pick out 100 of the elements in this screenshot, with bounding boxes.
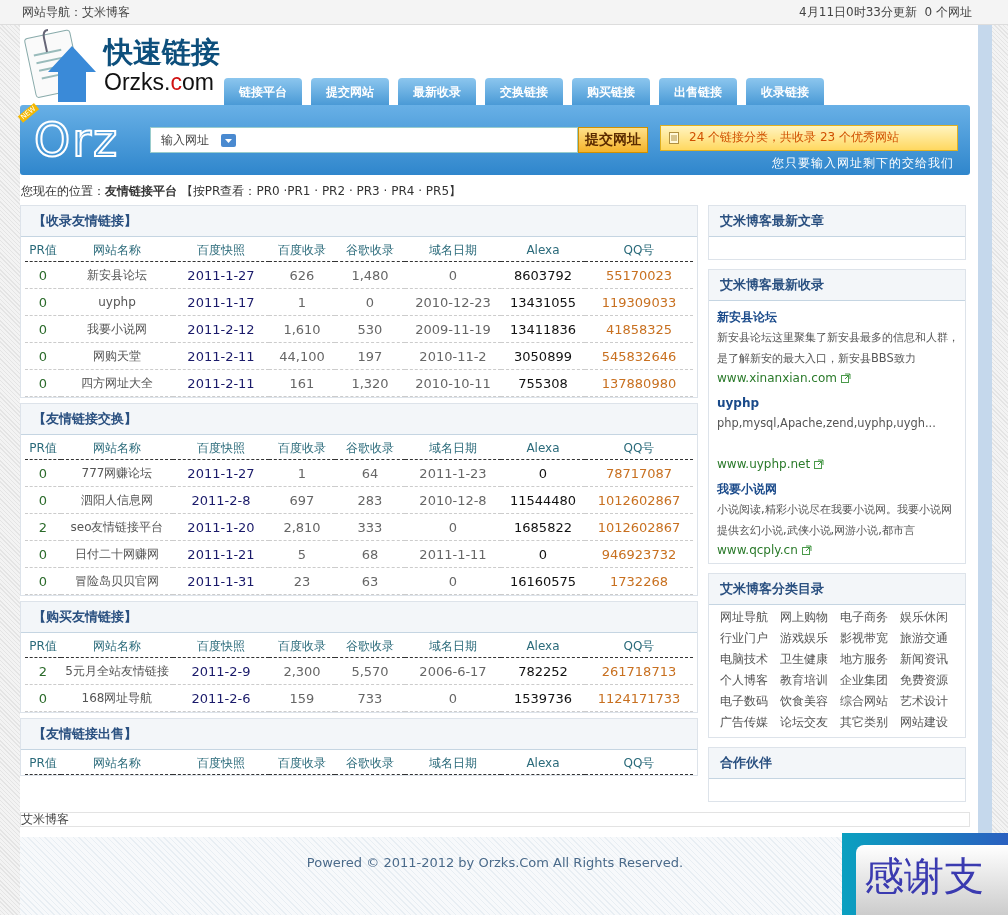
category-link[interactable]: 饮食美容 bbox=[780, 691, 840, 712]
category-link[interactable]: 行业门户 bbox=[720, 628, 780, 649]
url-field[interactable]: 输入网址 bbox=[150, 127, 578, 153]
section-title: 【友情链接出售】 bbox=[21, 719, 697, 750]
entry-url-link[interactable]: www.qcply.cn bbox=[717, 541, 959, 559]
table-cell[interactable]: 冒险岛贝贝官网 bbox=[61, 568, 173, 595]
column-header: Alexa bbox=[501, 237, 585, 262]
entry-title-link[interactable]: 新安县论坛 bbox=[717, 309, 959, 325]
table-cell[interactable]: 777网赚论坛 bbox=[61, 460, 173, 487]
table-cell[interactable]: seo友情链接平台 bbox=[61, 514, 173, 541]
table-cell[interactable]: 四方网址大全 bbox=[61, 370, 173, 397]
column-header: Alexa bbox=[501, 435, 585, 460]
section-title: 【友情链接交换】 bbox=[21, 404, 697, 435]
table-cell: 2011-2-11 bbox=[173, 370, 269, 397]
table-cell: 2010-12-23 bbox=[405, 289, 501, 316]
table-cell: 0 bbox=[405, 262, 501, 289]
category-link[interactable]: 企业集团 bbox=[840, 670, 900, 691]
column-header: 谷歌收录 bbox=[335, 750, 405, 775]
table-cell[interactable]: 泗阳人信息网 bbox=[61, 487, 173, 514]
external-link-icon bbox=[814, 459, 825, 469]
table-cell: 1,320 bbox=[335, 370, 405, 397]
table-cell: 44,100 bbox=[269, 343, 335, 370]
column-header: 网站名称 bbox=[61, 237, 173, 262]
table-cell: 697 bbox=[269, 487, 335, 514]
logo-domain: Orzks.com bbox=[104, 69, 215, 95]
table-cell: 946923732 bbox=[585, 541, 693, 568]
panel-title: 合作伙伴 bbox=[709, 748, 965, 779]
category-link[interactable]: 网址导航 bbox=[720, 607, 780, 628]
column-header: 谷歌收录 bbox=[335, 633, 405, 658]
category-link[interactable]: 网上购物 bbox=[780, 607, 840, 628]
column-header: 百度收录 bbox=[269, 633, 335, 658]
column-header: 百度收录 bbox=[269, 237, 335, 262]
url-type-dropdown[interactable]: 输入网址 bbox=[151, 131, 236, 149]
table-cell: 0 bbox=[25, 541, 61, 568]
table-cell: 0 bbox=[405, 568, 501, 595]
table-cell: 1012602867 bbox=[585, 514, 693, 541]
entry-description: php,mysql,Apache,zend,uyphp,uygh... bbox=[717, 415, 937, 432]
column-header: QQ号 bbox=[585, 435, 693, 460]
column-header: 域名日期 bbox=[405, 633, 501, 658]
table-cell: 0 bbox=[25, 685, 61, 712]
stats-text: 24 个链接分类，共收录 23 个优秀网站 bbox=[689, 129, 899, 146]
category-link[interactable]: 个人博客 bbox=[720, 670, 780, 691]
table-cell[interactable]: 新安县论坛 bbox=[61, 262, 173, 289]
entry-title-link[interactable]: uyphp bbox=[717, 395, 959, 411]
table-cell: 8603792 bbox=[501, 262, 585, 289]
table-cell: 159 bbox=[269, 685, 335, 712]
entry-url-link[interactable]: www.xinanxian.com bbox=[717, 369, 959, 387]
table-cell[interactable]: 我要小说网 bbox=[61, 316, 173, 343]
table-cell: 1685822 bbox=[501, 514, 585, 541]
table-cell: 3050899 bbox=[501, 343, 585, 370]
table-cell: 0 bbox=[25, 370, 61, 397]
table-cell[interactable]: 5元月全站友情链接 bbox=[61, 658, 173, 685]
table-cell: 782252 bbox=[501, 658, 585, 685]
category-link[interactable]: 论坛交友 bbox=[780, 712, 840, 733]
category-link[interactable]: 网站建设 bbox=[900, 712, 960, 733]
column-header: 网站名称 bbox=[61, 633, 173, 658]
category-link[interactable]: 电子商务 bbox=[840, 607, 900, 628]
category-link[interactable]: 地方服务 bbox=[840, 649, 900, 670]
category-link[interactable]: 免费资源 bbox=[900, 670, 960, 691]
table-cell: 5 bbox=[269, 541, 335, 568]
table-cell[interactable]: 日付二十网赚网 bbox=[61, 541, 173, 568]
table-cell[interactable]: uyphp bbox=[61, 289, 173, 316]
category-link[interactable]: 影视带宽 bbox=[840, 628, 900, 649]
column-header: 谷歌收录 bbox=[335, 237, 405, 262]
table-cell[interactable]: 网购天堂 bbox=[61, 343, 173, 370]
column-header: 网站名称 bbox=[61, 750, 173, 775]
entry-title-link[interactable]: 我要小说网 bbox=[717, 481, 959, 497]
table-cell: 2010-12-8 bbox=[405, 487, 501, 514]
submit-button[interactable]: 提交网址 bbox=[578, 127, 648, 153]
category-link[interactable]: 广告传媒 bbox=[720, 712, 780, 733]
entry-url-link[interactable]: www.uyphp.net bbox=[717, 455, 959, 473]
table-cell: 0 bbox=[405, 685, 501, 712]
table-cell: 0 bbox=[25, 460, 61, 487]
table-cell: 1,610 bbox=[269, 316, 335, 343]
list-icon bbox=[669, 131, 679, 144]
table-cell: 0 bbox=[501, 541, 585, 568]
category-link[interactable]: 综合网站 bbox=[840, 691, 900, 712]
category-link[interactable]: 电子数码 bbox=[720, 691, 780, 712]
category-link[interactable]: 旅游交通 bbox=[900, 628, 960, 649]
category-link[interactable]: 教育培训 bbox=[780, 670, 840, 691]
table-cell: 530 bbox=[335, 316, 405, 343]
column-header: PR值 bbox=[25, 237, 61, 262]
table-cell[interactable]: 168网址导航 bbox=[61, 685, 173, 712]
table-cell: 2010-11-2 bbox=[405, 343, 501, 370]
column-header: 域名日期 bbox=[405, 750, 501, 775]
category-link[interactable]: 娱乐休闲 bbox=[900, 607, 960, 628]
table-cell: 2011-1-27 bbox=[173, 262, 269, 289]
table-cell: 0 bbox=[405, 514, 501, 541]
table-cell: 2010-10-11 bbox=[405, 370, 501, 397]
category-link[interactable]: 新闻资讯 bbox=[900, 649, 960, 670]
category-link[interactable]: 游戏娱乐 bbox=[780, 628, 840, 649]
table-cell: 2011-1-20 bbox=[173, 514, 269, 541]
table-cell: 68 bbox=[335, 541, 405, 568]
category-link[interactable]: 其它类别 bbox=[840, 712, 900, 733]
table-cell: 0 bbox=[501, 460, 585, 487]
table-cell: 2011-1-23 bbox=[405, 460, 501, 487]
category-link[interactable]: 卫生健康 bbox=[780, 649, 840, 670]
table-cell: 1 bbox=[269, 289, 335, 316]
category-link[interactable]: 艺术设计 bbox=[900, 691, 960, 712]
category-link[interactable]: 电脑技术 bbox=[720, 649, 780, 670]
